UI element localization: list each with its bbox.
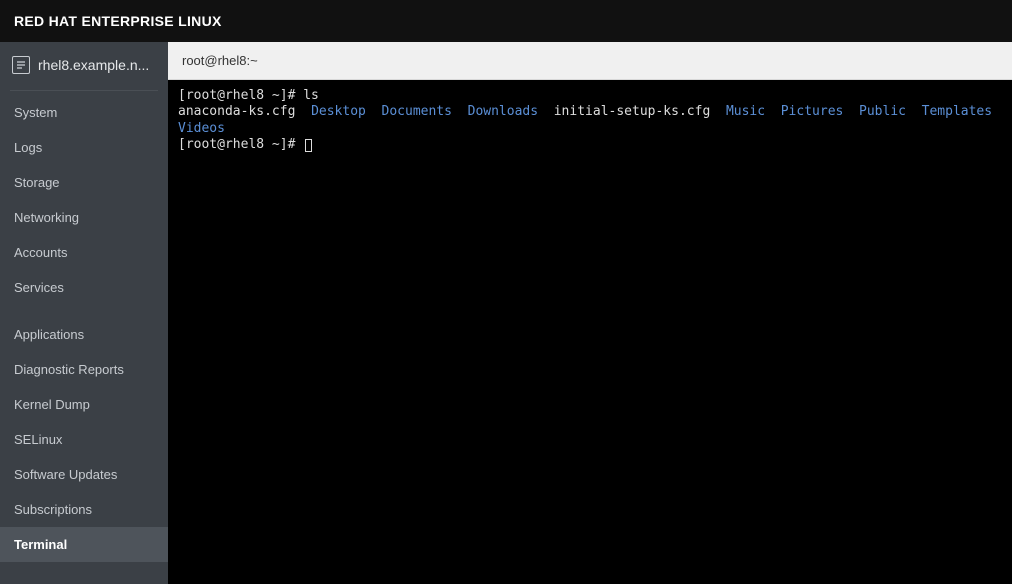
sidebar-item-software-updates[interactable]: Software Updates (0, 457, 168, 492)
ls-dir-entry: Music (726, 104, 765, 119)
sidebar: rhel8.example.n... System Logs Storage N… (0, 42, 168, 584)
ls-dir-entry: Desktop (311, 104, 366, 119)
sidebar-item-services[interactable]: Services (0, 270, 168, 305)
nav-label: Subscriptions (14, 502, 92, 517)
terminal-line: [root@rhel8 ~]# (178, 137, 1002, 153)
sidebar-item-selinux[interactable]: SELinux (0, 422, 168, 457)
sidebar-item-diagnostic-reports[interactable]: Diagnostic Reports (0, 352, 168, 387)
terminal-body[interactable]: [root@rhel8 ~]# lsanaconda-ks.cfg Deskto… (168, 80, 1012, 584)
nav-label: Kernel Dump (14, 397, 90, 412)
sidebar-item-applications[interactable]: Applications (0, 317, 168, 352)
nav-label: System (14, 105, 57, 120)
host-icon (12, 56, 30, 74)
ls-dir-entry: Templates (922, 104, 992, 119)
ls-dir-entry: Pictures (781, 104, 844, 119)
nav-label: Applications (14, 327, 84, 342)
main-container: rhel8.example.n... System Logs Storage N… (0, 42, 1012, 584)
nav-group-2: Applications Diagnostic Reports Kernel D… (0, 317, 168, 562)
terminal-title: root@rhel8:~ (182, 53, 258, 68)
sidebar-item-kernel-dump[interactable]: Kernel Dump (0, 387, 168, 422)
nav-label: Software Updates (14, 467, 117, 482)
top-bar: RED HAT ENTERPRISE LINUX (0, 0, 1012, 42)
sidebar-item-terminal[interactable]: Terminal (0, 527, 168, 562)
sidebar-item-logs[interactable]: Logs (0, 130, 168, 165)
nav-label: Diagnostic Reports (14, 362, 124, 377)
terminal-line: anaconda-ks.cfg Desktop Documents Downlo… (178, 104, 1002, 137)
nav-label: Networking (14, 210, 79, 225)
sidebar-item-storage[interactable]: Storage (0, 165, 168, 200)
terminal-cursor (305, 139, 312, 152)
terminal-header: root@rhel8:~ (168, 42, 1012, 80)
nav-label: Services (14, 280, 64, 295)
sidebar-item-system[interactable]: System (0, 95, 168, 130)
nav-label: Storage (14, 175, 60, 190)
main-panel: root@rhel8:~ [root@rhel8 ~]# lsanaconda-… (168, 42, 1012, 584)
sidebar-item-subscriptions[interactable]: Subscriptions (0, 492, 168, 527)
host-selector[interactable]: rhel8.example.n... (0, 42, 168, 90)
nav-label: Accounts (14, 245, 67, 260)
sidebar-item-accounts[interactable]: Accounts (0, 235, 168, 270)
nav-group-1: System Logs Storage Networking Accounts … (0, 95, 168, 305)
ls-dir-entry: Documents (382, 104, 452, 119)
terminal-line: [root@rhel8 ~]# ls (178, 88, 1002, 104)
ls-file-entry: initial-setup-ks.cfg (554, 104, 711, 119)
nav-label: Terminal (14, 537, 67, 552)
sidebar-item-networking[interactable]: Networking (0, 200, 168, 235)
ls-dir-entry: Public (859, 104, 906, 119)
ls-file-entry: anaconda-ks.cfg (178, 104, 295, 119)
nav-label: Logs (14, 140, 42, 155)
ls-dir-entry: Videos (178, 121, 225, 136)
nav-label: SELinux (14, 432, 62, 447)
product-title: RED HAT ENTERPRISE LINUX (14, 13, 222, 29)
host-label: rhel8.example.n... (38, 57, 156, 73)
sidebar-divider (10, 90, 158, 91)
ls-dir-entry: Downloads (468, 104, 538, 119)
